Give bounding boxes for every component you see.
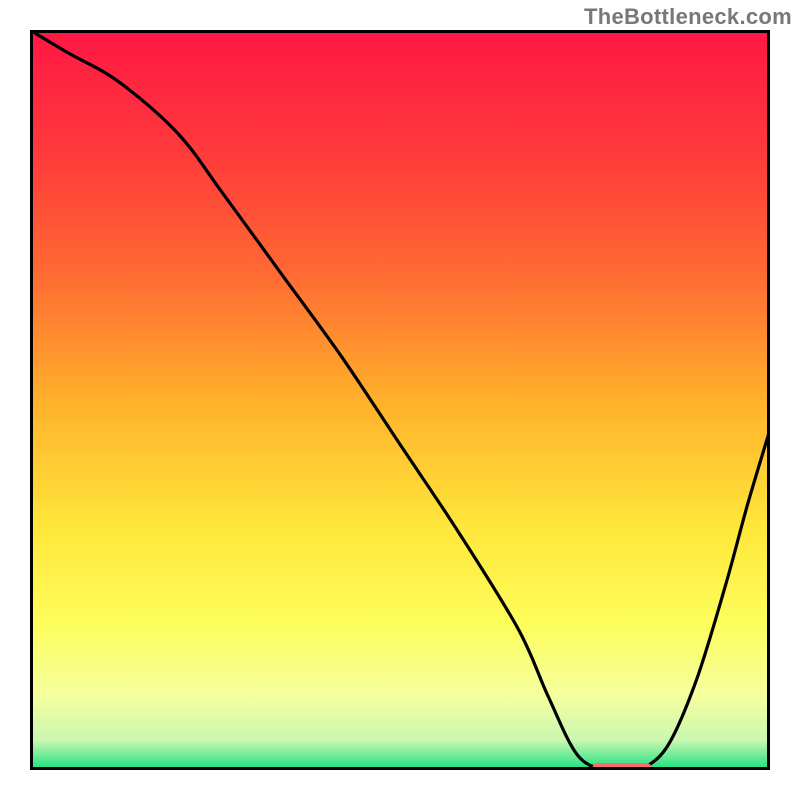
chart-container: TheBottleneck.com <box>0 0 800 800</box>
watermark-text: TheBottleneck.com <box>584 4 792 30</box>
chart-frame <box>30 30 770 770</box>
plot-area <box>30 30 770 770</box>
axes-box <box>32 32 769 769</box>
